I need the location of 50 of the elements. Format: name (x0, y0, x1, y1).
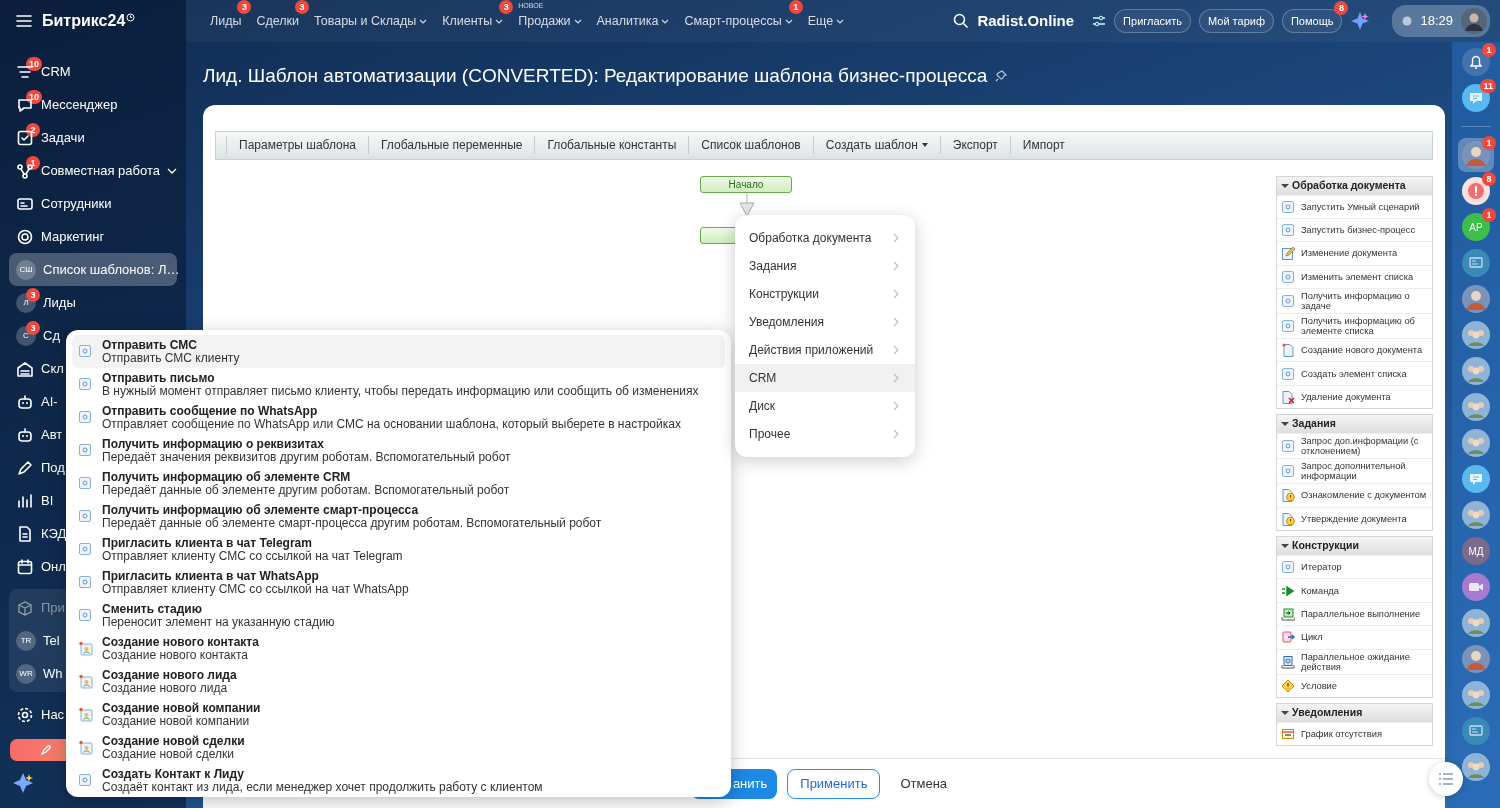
group-title: Конструкции (1292, 538, 1359, 554)
avatar-initials: WR (16, 663, 36, 684)
option-description: Передаёт значения реквизитов другим роботам. Вспомогательный робот (102, 450, 511, 464)
count-badge: 10 (26, 90, 42, 104)
option-title: Пригласить клиента в чат Telegram (102, 536, 313, 550)
option-title: Отправить СМС (102, 338, 198, 352)
page-title: Лид. Шаблон автоматизации (CONVERTED): Редактирование шаблона бизнес-процесса (203, 64, 988, 88)
count-badge: 8 (1334, 0, 1349, 15)
option-description: Отправить СМС клиенту (102, 351, 240, 365)
option-title: Создание нового лида (102, 668, 237, 682)
option-title: Создание нового контакта (102, 635, 259, 649)
count-badge: 3 (237, 0, 252, 14)
avatar-initials: СШ (16, 259, 36, 280)
section-title: При (41, 598, 65, 617)
count-badge: 3 (499, 0, 514, 14)
count-badge: 10 (26, 57, 42, 71)
option-title: Создание новой компании (102, 701, 261, 715)
option-description: Создание новой компании (102, 714, 251, 728)
option-title: Отправить письмо (102, 371, 216, 385)
option-description: Передаёт данные об элементе другим роботам. Вспомогательный робот (102, 483, 510, 497)
option-description: В нужный момент отправляет письмо клиенту, чтобы передать информацию или сообщить об изменениях (102, 384, 699, 398)
option-description: Создание нового лида (102, 681, 228, 695)
option-description: Отправляет сообщение по WhatsApp или СМС на основании шаблона, который выберете в настройках (102, 417, 681, 431)
option-title: Создать Контакт к Лиду (102, 767, 245, 781)
count-badge: 1 (1482, 208, 1496, 222)
option-description: Переносит элемент на указанную стадию (102, 615, 335, 629)
option-description: Создание новой сделки (102, 747, 234, 761)
count-badge: 3 (295, 0, 310, 14)
option-description: Создаёт контакт из лида, если менеджер хочет продолжить работу с клиентом (102, 780, 543, 794)
option-title: Отправить сообщение по WhatsApp (102, 404, 319, 418)
option-title: Сменить стадию (102, 602, 203, 616)
option-description: Создание нового контакта (102, 648, 249, 662)
option-description: Отправляет клиенту СМС со ссылкой на чат WhatsApp (102, 582, 409, 596)
group-title: Обработка документа (1292, 177, 1406, 193)
count-badge: 1 (788, 0, 803, 14)
count-badge: 11 (1480, 79, 1496, 93)
count-badge: 8 (1482, 172, 1496, 186)
count-badge: 3 (26, 321, 40, 335)
option-title: Получить информацию об элементе смарт-процесса (102, 503, 420, 517)
group-title: Уведомления (1292, 705, 1363, 721)
option-title: Получить информацию о реквизитах (102, 437, 325, 451)
option-description: Передаёт данные об элементе смарт-процесса другим роботам. Вспомогательный робот (102, 516, 602, 530)
count-badge: 1 (1482, 43, 1496, 57)
avatar-initials: TR (16, 630, 36, 651)
option-title: Создание новой сделки (102, 734, 245, 748)
option-title: Пригласить клиента в чат WhatsApp (102, 569, 320, 583)
group-title: Задания (1292, 416, 1336, 432)
option-description: Отправляет клиенту СМС со ссылкой на чат Telegram (102, 549, 403, 563)
count-badge: 1 (1482, 136, 1496, 150)
option-title: Получить информацию об элементе CRM (102, 470, 352, 484)
